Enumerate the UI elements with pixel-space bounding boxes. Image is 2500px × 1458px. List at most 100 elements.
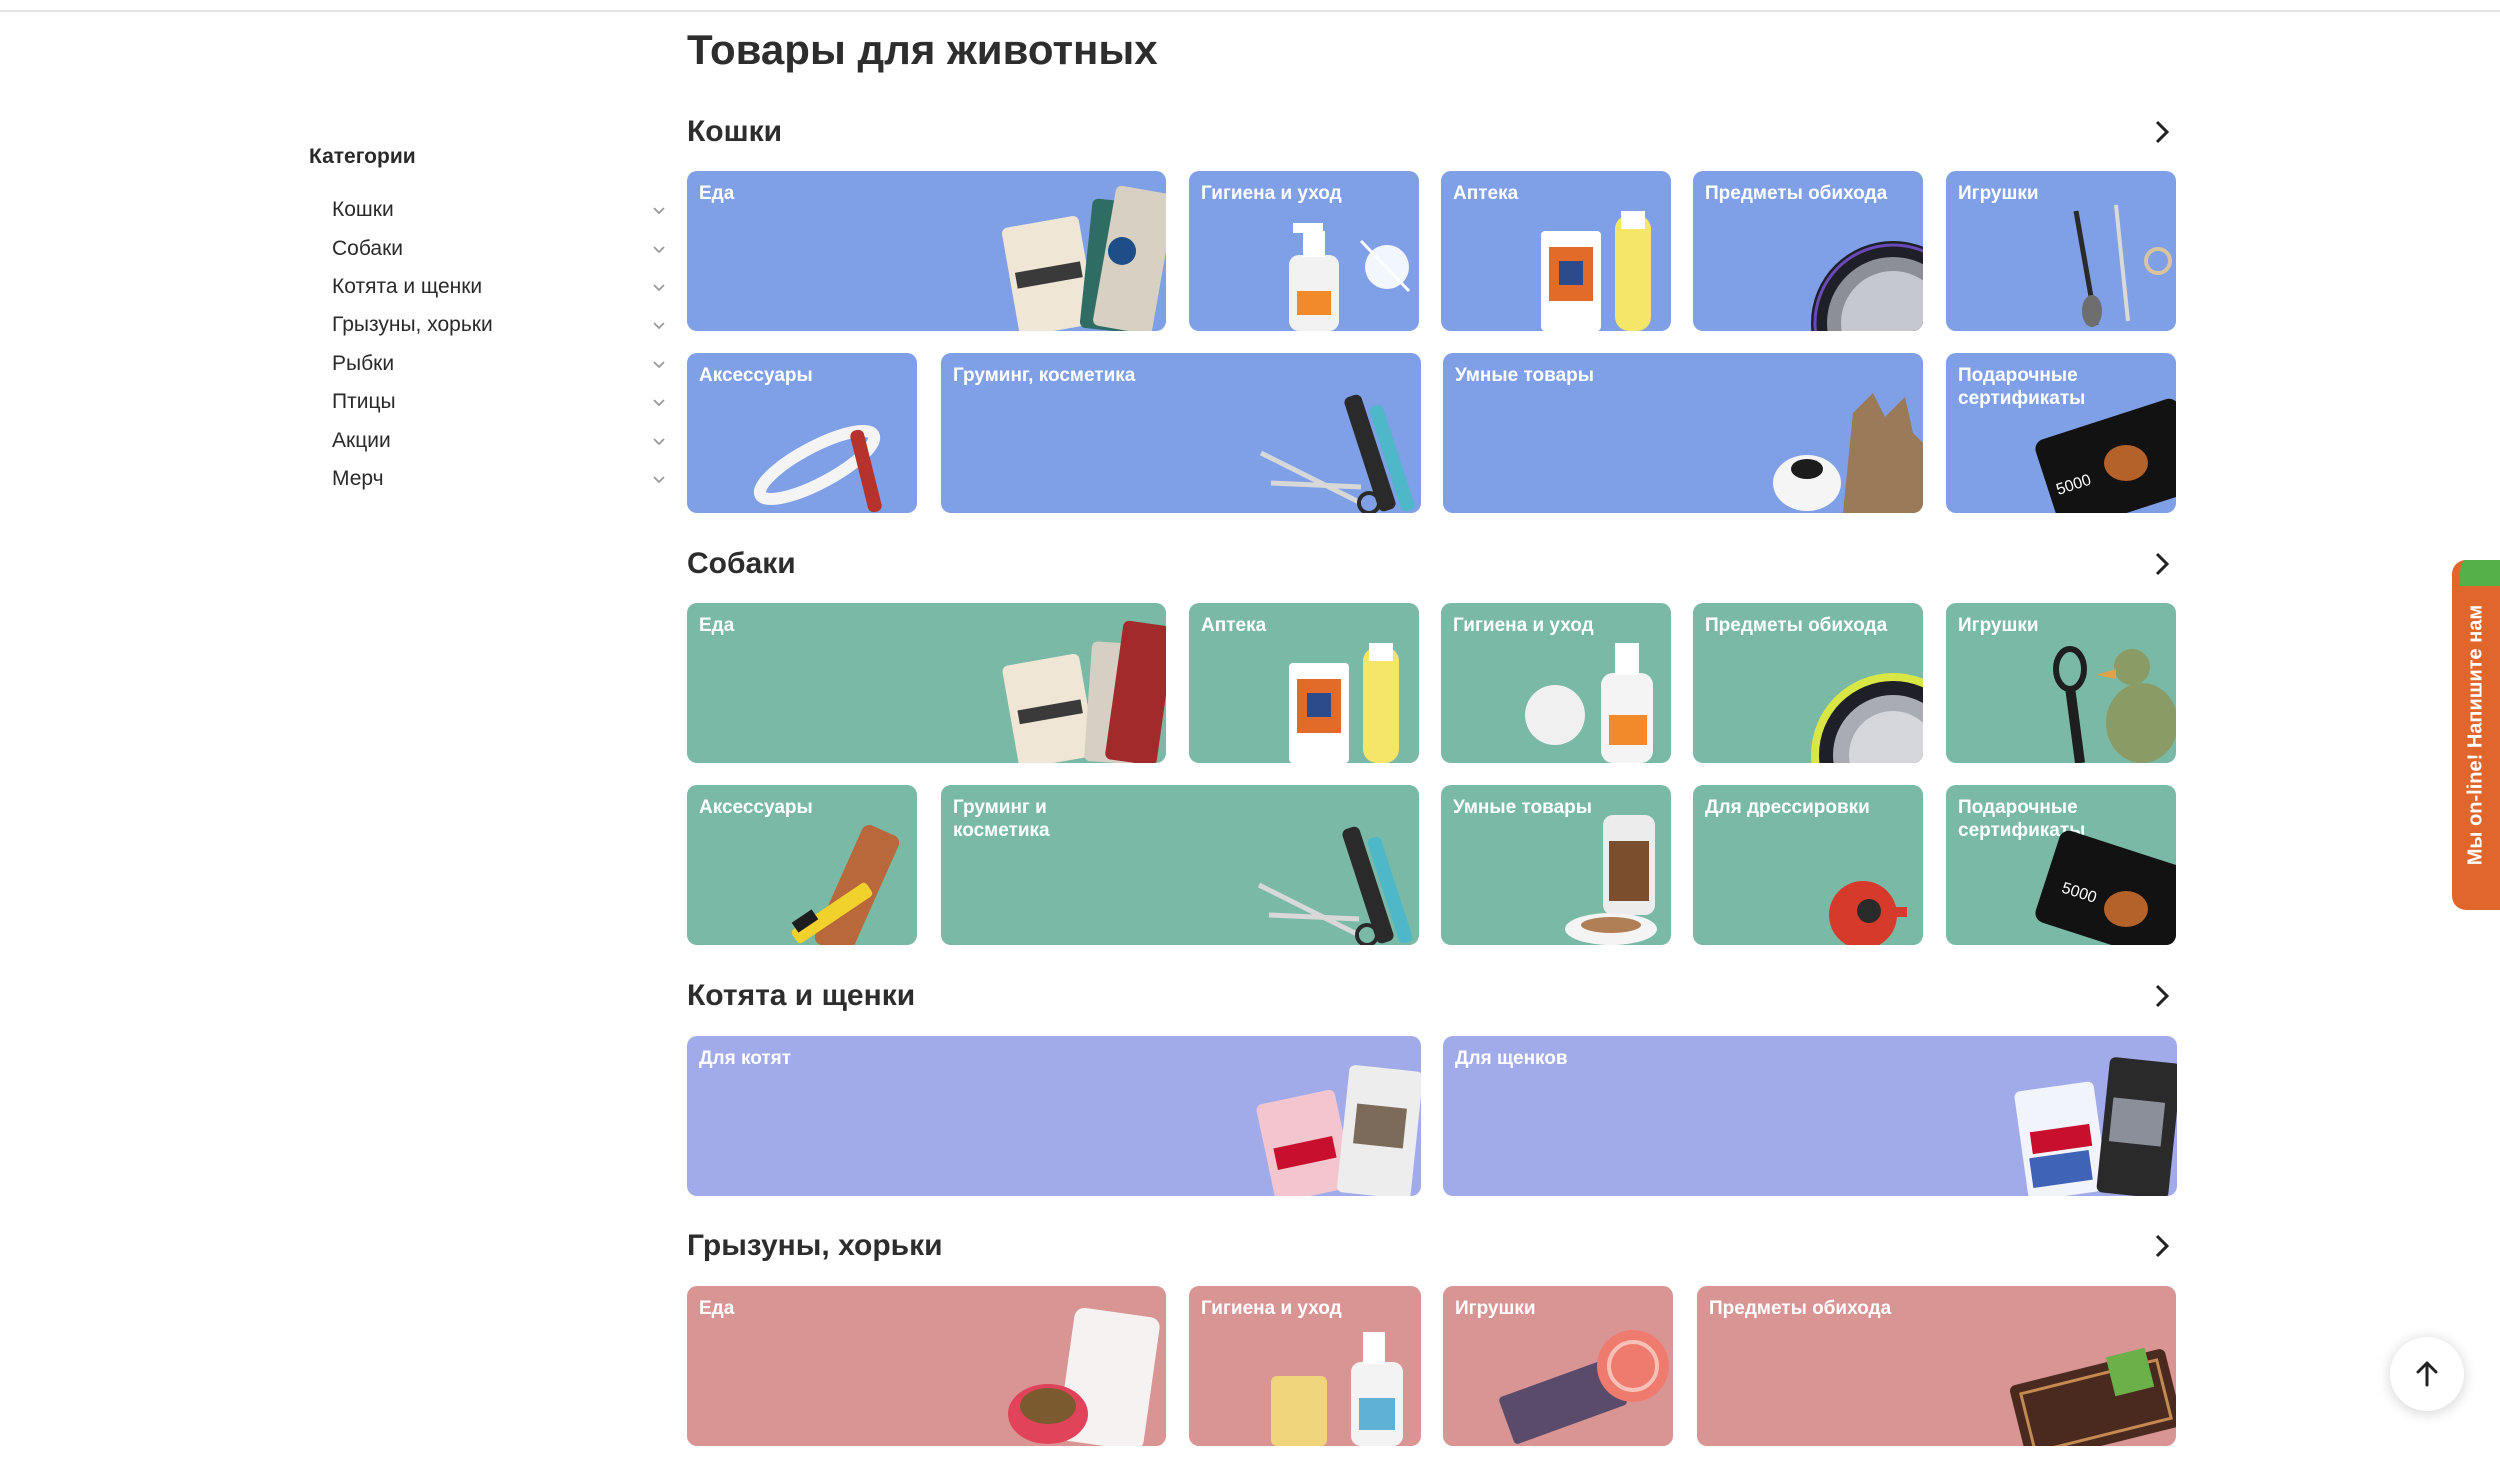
tile-label: Аптека [1453,183,1519,204]
sidebar-item-label: Акции [332,428,391,452]
chevron-down-icon[interactable] [649,392,669,412]
chew-toy-icon [1499,1330,1669,1444]
section-title[interactable]: Грызуны, хорьки [687,1229,943,1263]
sidebar-item-label: Собаки [332,236,403,260]
dog-food-packs-icon [1002,620,1166,763]
category-tile-cat-smart[interactable]: Умные товары [1443,353,1923,513]
sidebar-item-label: Грызуны, хорьки [332,313,493,337]
chevron-down-icon[interactable] [649,469,669,489]
cat-food-packs-icon [1001,185,1166,331]
section-header-dogs: Собаки [687,544,2177,584]
category-tile-cat-household[interactable]: Предметы обихода [1693,171,1923,331]
scissors-comb-icon [1257,826,1413,945]
category-tile-cat-gift-cards[interactable]: Подарочные сертификаты 5000 [1946,353,2176,513]
puppy-food-icon [2014,1057,2177,1196]
tile-label: Еда [699,183,735,204]
gift-card-icon: 5000 [2035,830,2176,945]
leather-collar-icon [791,825,900,945]
category-tile-cat-toys[interactable]: Игрушки [1946,171,2176,331]
category-tile-cat-pharmacy[interactable]: Аптека [1441,171,1671,331]
gift-card-icon: 5000 [2035,398,2176,513]
category-tile-cat-grooming[interactable]: Груминг, косметика [941,353,1421,513]
spray-bottle-icon [1271,1332,1403,1446]
chat-tab-label: Мы on-line! Напишите нам [2464,604,2487,866]
tile-label: Для котят [699,1048,792,1069]
sidebar-item-promos[interactable]: Акции [332,421,669,459]
medicine-icon [1541,211,1651,331]
section-title[interactable]: Кошки [687,115,782,149]
chevron-down-icon[interactable] [649,315,669,335]
page-title: Товары для животных [687,26,1158,73]
food-dispenser-icon [1565,815,1657,945]
kitten-food-icon [1256,1065,1421,1196]
sidebar-item-label: Котята и щенки [332,274,483,298]
category-tile-rodent-toys[interactable]: Игрушки [1443,1286,1673,1446]
sidebar-title: Категории [309,145,416,168]
chevron-right-icon[interactable] [2147,117,2177,147]
sidebar-item-dogs[interactable]: Собаки [332,229,669,267]
teaser-wand-icon [2073,204,2172,327]
section-title[interactable]: Собаки [687,547,796,581]
chevron-down-icon[interactable] [649,239,669,259]
category-tile-dog-grooming[interactable]: Груминг и косметика [941,785,1419,945]
chevron-right-icon[interactable] [2147,981,2177,1011]
category-tile-dog-food[interactable]: Еда [687,603,1166,763]
category-tile-rodent-household[interactable]: Предметы обихода [1697,1286,2176,1446]
category-tile-cat-hygiene[interactable]: Гигиена и уход [1189,171,1419,331]
tile-label: Груминг и косметика [953,797,1050,841]
sidebar-item-label: Кошки [332,198,394,222]
spray-bottle-icon [1289,223,1411,331]
category-tile-puppies[interactable]: Для щенков [1443,1036,2177,1196]
category-tile-dog-pharmacy[interactable]: Аптека [1189,603,1419,763]
spray-bottle-icon [1525,643,1653,763]
bowl-icon [1811,673,1923,763]
plush-toy-icon [2053,646,2176,763]
category-tile-kittens[interactable]: Для котят [687,1036,1421,1196]
cage-tray-icon [2009,1347,2176,1446]
sidebar-item-fish[interactable]: Рыбки [332,345,669,383]
chevron-down-icon[interactable] [649,277,669,297]
categories-sidebar: Категории Кошки Собаки Котята и щенки Гр… [309,145,669,498]
category-tile-dog-gift-cards[interactable]: Подарочные сертификаты 5000 [1946,785,2176,945]
scissors-comb-icon [1259,394,1415,513]
tile-label: Предметы обихода [1709,1298,1892,1319]
category-tile-dog-household[interactable]: Предметы обихода [1693,603,1923,763]
chevron-down-icon[interactable] [649,200,669,220]
collar-icon [753,425,882,513]
training-toy-icon [1829,881,1907,945]
scroll-to-top-button[interactable] [2390,1337,2464,1411]
header-divider [0,0,2500,12]
leaf-decoration-icon [2460,560,2500,586]
category-tile-dog-toys[interactable]: Игрушки [1946,603,2176,763]
category-tile-dog-training[interactable]: Для дрессировки [1693,785,1923,945]
chevron-down-icon[interactable] [649,431,669,451]
category-tile-dog-accessories[interactable]: Аксессуары [687,785,917,945]
sidebar-item-merch[interactable]: Мерч [332,460,669,498]
category-list: Кошки Собаки Котята и щенки Грызуны, хор… [309,191,669,498]
category-tile-rodent-food[interactable]: Еда [687,1286,1166,1446]
bowl-icon [1811,241,1923,331]
category-tile-cat-food[interactable]: Еда [687,171,1166,331]
chevron-right-icon[interactable] [2147,549,2177,579]
tile-label: Аптека [1201,615,1267,636]
tile-label: Предметы обихода [1705,183,1888,204]
sidebar-item-cats[interactable]: Кошки [332,191,669,229]
category-tile-dog-smart[interactable]: Умные товары [1441,785,1671,945]
tile-label: Для щенков [1455,1048,1568,1069]
category-tile-rodent-hygiene[interactable]: Гигиена и уход [1189,1286,1421,1446]
sidebar-item-label: Мерч [332,466,384,490]
tile-label: Аксессуары [699,365,813,386]
category-tile-dog-hygiene[interactable]: Гигиена и уход [1441,603,1671,763]
sidebar-item-kittens-puppies[interactable]: Котята и щенки [332,268,669,306]
tile-label: Для дрессировки [1705,797,1870,818]
category-tile-cat-accessories[interactable]: Аксессуары [687,353,917,513]
chevron-right-icon[interactable] [2147,1231,2177,1261]
sidebar-item-rodents[interactable]: Грызуны, хорьки [332,306,669,344]
chevron-down-icon[interactable] [649,354,669,374]
medicine-icon [1289,643,1399,763]
online-chat-tab[interactable]: Мы on-line! Напишите нам [2452,560,2500,910]
tile-label: Груминг, косметика [953,365,1136,386]
section-title[interactable]: Котята и щенки [687,979,915,1013]
sidebar-item-birds[interactable]: Птицы [332,383,669,421]
tile-label: Еда [699,1298,735,1319]
